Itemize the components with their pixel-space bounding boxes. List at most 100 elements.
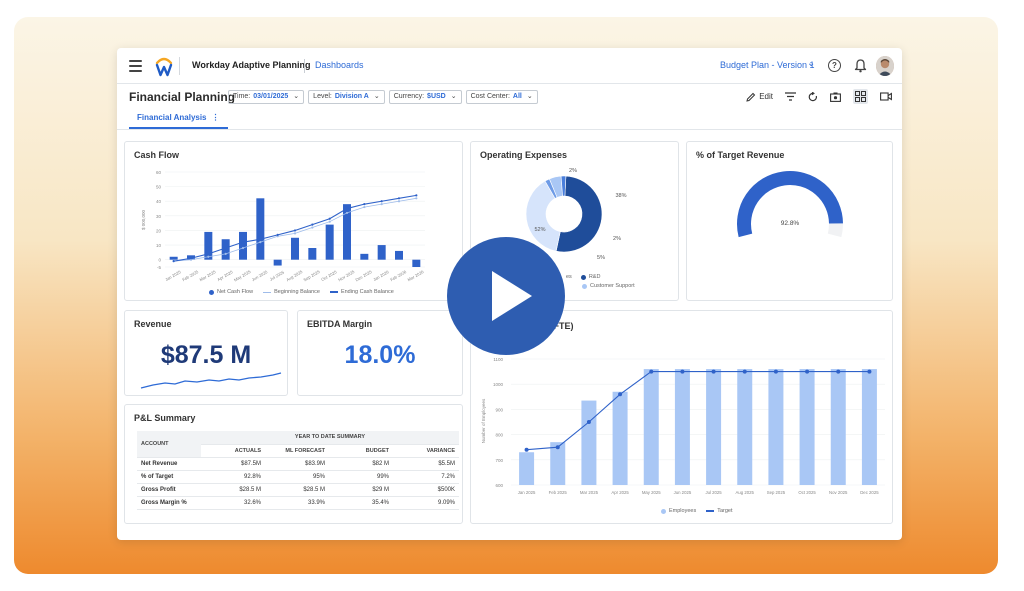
filter-button[interactable] xyxy=(785,92,796,101)
x-tick-label: Dec 2025 xyxy=(860,490,879,495)
filter-time[interactable]: Time: 03/01/2025 ⌄ xyxy=(228,90,305,104)
bar xyxy=(377,245,386,260)
column-header: BUDGET xyxy=(329,444,393,458)
line-point xyxy=(380,200,383,203)
value-cell: $83.9M xyxy=(265,457,329,471)
bar xyxy=(830,369,846,485)
bell-icon[interactable] xyxy=(854,58,867,73)
group-header: YEAR TO DATE SUMMARY xyxy=(201,431,459,445)
refresh-button[interactable] xyxy=(808,91,818,102)
value-cell: 92.8% xyxy=(201,470,265,484)
tab-divider xyxy=(117,129,902,130)
legend-item: Customer Support xyxy=(582,283,635,289)
y-tick-label: 1100 xyxy=(493,357,503,362)
revenue-sparkline xyxy=(140,372,282,389)
filter-value: Division A xyxy=(334,93,369,100)
legend-label: R&D xyxy=(588,274,601,280)
filter-value: All xyxy=(512,93,522,100)
y-tick-label: 800 xyxy=(495,433,503,438)
line-point xyxy=(293,229,297,232)
more-icon[interactable]: ⋮ xyxy=(212,113,220,122)
legend-label: Net Cash Flow xyxy=(217,289,254,295)
line-point xyxy=(618,392,623,397)
line-point xyxy=(836,369,841,374)
plan-selector[interactable]: Budget Plan - Version 1 xyxy=(720,60,815,70)
bar xyxy=(308,248,317,260)
filter-currency[interactable]: Currency: $USD ⌄ xyxy=(388,90,462,104)
x-tick-label: Apr 2025 xyxy=(216,269,234,282)
line-point xyxy=(773,369,778,374)
table-row[interactable]: Gross Profit $28.5 M $28.5 M $29 M $500K xyxy=(137,483,459,497)
camera-icon xyxy=(830,92,841,102)
y-tick-label: 700 xyxy=(495,458,503,463)
x-tick-label: Oct 2025 xyxy=(798,490,816,495)
play-button[interactable] xyxy=(447,237,565,355)
cash-flow-legend: Net Cash Flow Beginning Balance Ending C… xyxy=(209,289,394,295)
grid-view-button[interactable] xyxy=(853,89,868,104)
x-tick-label: May 2025 xyxy=(233,269,252,283)
bar xyxy=(273,259,282,266)
target-revenue-card: % of Target Revenue 92.8% xyxy=(686,141,893,301)
value-cell: 9.09% xyxy=(393,496,459,510)
table-row[interactable]: Gross Margin % 32.6% 33.9% 35.4% 9.09% xyxy=(137,496,459,510)
avatar[interactable] xyxy=(876,56,894,76)
value-cell: 35.4% xyxy=(329,496,393,510)
card-title: P&L Summary xyxy=(134,413,196,423)
bar xyxy=(581,400,597,485)
y-axis-label: Number of Employees xyxy=(481,398,486,443)
refresh-icon xyxy=(808,91,818,101)
bar xyxy=(204,231,213,260)
slice-label: 38% xyxy=(615,193,626,199)
line-point xyxy=(311,223,314,226)
chevron-down-icon[interactable]: ⌄ xyxy=(807,58,815,69)
table-row[interactable]: % of Target 92.8% 95% 99% 7.2% xyxy=(137,470,459,484)
card-title: EBITDA Margin xyxy=(307,319,373,329)
help-icon[interactable]: ? xyxy=(828,59,841,72)
value-cell: 95% xyxy=(265,470,329,484)
slice-label: 52% xyxy=(534,227,545,233)
pl-summary-card: P&L Summary ACCOUNT YEAR TO DATE SUMMARY… xyxy=(124,404,463,524)
ebitda-card: EBITDA Margin 18.0% xyxy=(297,310,463,396)
bar xyxy=(799,369,815,485)
bar xyxy=(291,237,299,260)
chevron-down-icon: ⌄ xyxy=(450,93,457,100)
menu-icon[interactable] xyxy=(129,60,142,72)
value-cell: $28.5 M xyxy=(201,483,265,497)
tab-financial-analysis[interactable]: Financial Analysis ⋮ xyxy=(129,111,228,129)
line-point xyxy=(867,369,872,374)
x-tick-label: Feb 2025 xyxy=(549,490,568,495)
line-point xyxy=(259,238,262,241)
table-row[interactable]: Net Revenue $87.5M $83.9M $82 M $5.5M xyxy=(137,457,459,471)
line-point xyxy=(805,369,810,374)
bar xyxy=(256,198,265,260)
header-divider xyxy=(179,57,180,75)
line-point xyxy=(586,420,591,424)
line-point xyxy=(415,197,418,200)
column-header: VARIANCE xyxy=(393,444,459,458)
line-point xyxy=(241,241,245,244)
legend-label: Ending Cash Balance xyxy=(340,289,394,295)
bar xyxy=(768,369,784,485)
filter-level[interactable]: Level: Division A ⌄ xyxy=(308,90,385,104)
ebitda-value: 18.0% xyxy=(344,341,416,369)
breadcrumb-dashboards[interactable]: Dashboards xyxy=(315,60,364,70)
series-line xyxy=(526,371,870,451)
edit-button[interactable]: Edit xyxy=(746,92,773,102)
filter-label: Cost Center: xyxy=(470,93,510,100)
cash-flow-card: Cash Flow -5 0 10 20 30 40 50 60 $ 000,000 Jan 20… xyxy=(124,141,463,301)
toolbar: Edit xyxy=(746,89,892,104)
table-header-row: ACCOUNT YEAR TO DATE SUMMARY xyxy=(137,431,459,458)
bar xyxy=(674,369,690,485)
legend-label: Customer Support xyxy=(590,283,635,289)
present-button[interactable] xyxy=(880,92,892,101)
pencil-icon xyxy=(746,92,756,102)
snapshot-button[interactable] xyxy=(830,92,841,102)
line-point xyxy=(415,194,418,197)
filter-cost-center[interactable]: Cost Center: All ⌄ xyxy=(465,90,538,104)
line-point xyxy=(259,241,262,244)
x-tick-label: Feb 2025 xyxy=(181,269,199,283)
filter-label: Time: xyxy=(233,93,251,100)
line-point xyxy=(397,200,401,203)
y-tick-label: 60 xyxy=(156,170,162,175)
x-tick-label: Sep 2025 xyxy=(303,269,322,283)
